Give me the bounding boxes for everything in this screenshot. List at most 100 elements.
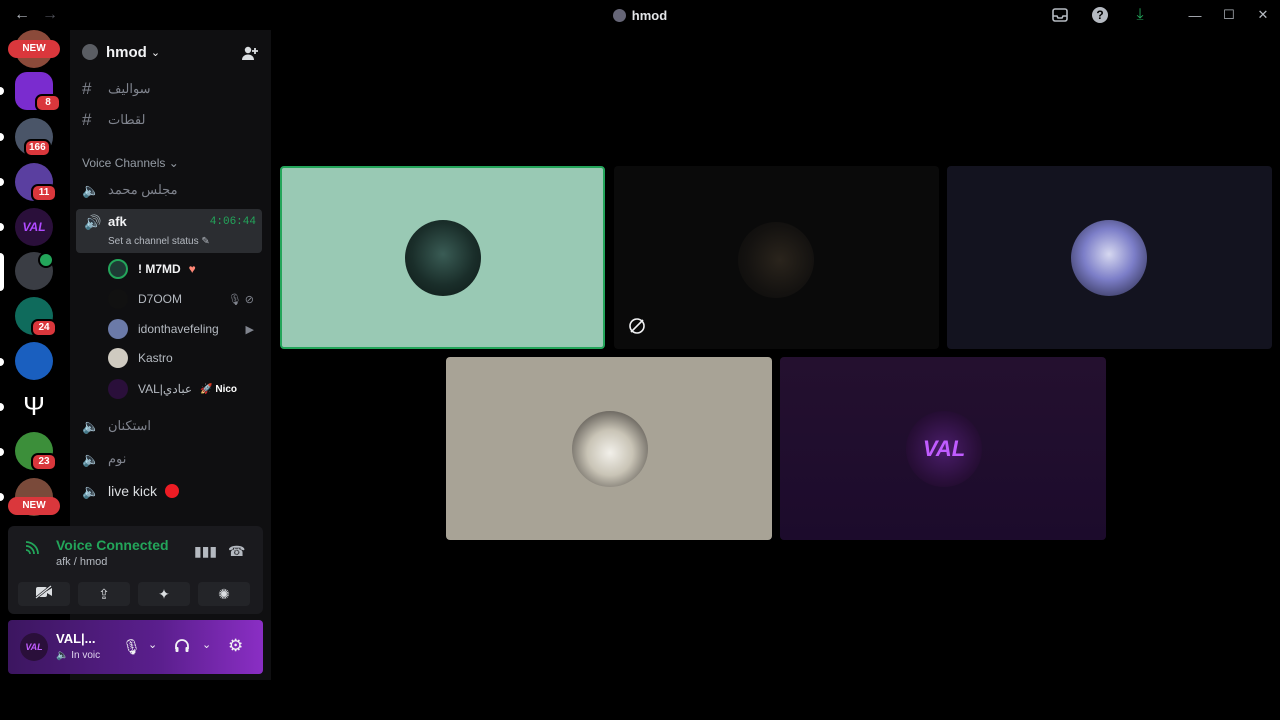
server-icon-7[interactable] <box>15 342 53 380</box>
text-channel[interactable]: # سواليف <box>82 77 151 101</box>
voice-channel[interactable]: 🔈 live kick <box>82 479 180 503</box>
voice-stage: VAL <box>271 30 1280 720</box>
username[interactable]: VAL|... <box>56 631 96 646</box>
participant-avatar <box>572 411 648 487</box>
server-icon <box>612 9 626 22</box>
speaker-icon: 🔈 <box>82 181 100 198</box>
unread-pill <box>0 403 4 411</box>
voice-indicator <box>38 252 54 268</box>
speaker-icon: 🔈 <box>82 417 100 434</box>
screen-share-button[interactable]: ⇪ <box>78 582 130 606</box>
participant-tile[interactable] <box>446 357 772 540</box>
user-status: 🔈 In voic <box>56 650 100 661</box>
activity-icon: ▶ <box>245 323 254 336</box>
chevron-down-icon[interactable]: ⌄ <box>148 638 157 651</box>
soundboard-button[interactable]: ✺ <box>198 582 250 606</box>
mention-badge: 23 <box>31 453 57 471</box>
maximize-button[interactable]: ☐ <box>1212 7 1246 23</box>
microphone-icon[interactable]: 🎙 <box>122 638 141 656</box>
settings-gear-icon[interactable]: ⚙ <box>228 636 243 656</box>
minimize-button[interactable]: — <box>1178 8 1212 23</box>
set-channel-status[interactable]: Set a channel status ✎ <box>108 236 210 247</box>
voice-user[interactable]: D7OOM 🎙 ⊘ <box>108 287 258 311</box>
user-name: ! M7MD <box>138 262 181 276</box>
participant-avatar <box>1071 220 1147 296</box>
voice-channel[interactable]: 🔈 استكنان <box>82 414 151 438</box>
user-name: D7OOM <box>138 292 183 306</box>
channel-name: مجلس محمد <box>108 182 178 197</box>
avatar <box>108 348 128 368</box>
unread-pill <box>0 87 4 95</box>
new-badge: NEW <box>8 497 60 515</box>
mention-badge: 11 <box>31 184 57 202</box>
channel-status-text: Set a channel status <box>108 236 199 247</box>
signal-icon[interactable] <box>24 540 40 559</box>
participant-tile[interactable] <box>280 166 605 349</box>
voice-user[interactable]: idonthavefeling ▶ <box>108 317 258 341</box>
server-icon-val[interactable]: VAL <box>15 208 53 246</box>
voice-connected-label[interactable]: Voice Connected <box>56 537 169 553</box>
call-timer: 4:06:44 <box>209 216 256 228</box>
voice-user[interactable]: Kastro <box>108 346 258 370</box>
channel-name: afk <box>108 214 127 229</box>
participant-tile[interactable] <box>947 166 1272 349</box>
user-panel: VAL VAL|... 🔈 In voic 🎙 ⌄ ⌄ ⚙ <box>8 620 263 674</box>
guild-tag-text: Nico <box>215 383 238 395</box>
disconnect-icon[interactable]: ☎ <box>228 543 245 560</box>
mention-badge: 8 <box>35 94 61 112</box>
unread-pill <box>0 178 4 186</box>
hash-icon: # <box>82 79 92 98</box>
avatar <box>108 379 128 399</box>
help-icon[interactable]: ? <box>1092 7 1108 23</box>
user-avatar[interactable]: VAL <box>20 633 48 661</box>
unread-pill <box>0 223 4 231</box>
live-dot-icon <box>165 484 180 498</box>
chevron-down-icon: ⌄ <box>150 46 161 59</box>
add-member-icon[interactable] <box>241 44 259 66</box>
inbox-icon[interactable] <box>1052 7 1068 23</box>
hash-icon: # <box>82 110 92 129</box>
heart-icon: ♥ <box>188 262 196 276</box>
headphones-icon[interactable] <box>174 638 190 658</box>
activities-button[interactable]: ✦ <box>138 582 190 606</box>
download-icon[interactable]: ⤓ <box>1132 7 1148 23</box>
voice-channel[interactable]: 🔈 مجلس محمد <box>82 178 178 202</box>
unread-pill <box>0 133 4 141</box>
guild-header[interactable]: hmod ⌄ <box>70 30 271 74</box>
chevron-down-icon: ⌄ <box>168 156 179 170</box>
channel-name: لقطات <box>108 112 146 127</box>
participant-avatar <box>738 222 814 298</box>
avatar <box>108 289 128 309</box>
user-name: idonthavefeling <box>138 322 219 336</box>
voice-channel-afk[interactable]: 🔊 afk 4:06:44 Set a channel status ✎ <box>76 209 262 253</box>
speaker-icon: 🔊 <box>84 214 102 230</box>
guild-tag: 🚀 Nico <box>200 383 238 395</box>
camera-off-icon <box>628 317 646 335</box>
text-channel[interactable]: # لقطات <box>82 108 145 132</box>
user-name: VAL|عبادي <box>138 382 193 396</box>
channel-name: نوم <box>108 451 127 466</box>
mention-badge: 166 <box>24 139 51 157</box>
voice-category-header[interactable]: Voice Channels ⌄ <box>82 156 179 170</box>
close-button[interactable]: ✕ <box>1246 7 1280 23</box>
unread-pill <box>0 448 4 456</box>
muted-deafened-icon: 🎙 ⊘ <box>227 293 254 306</box>
voice-location[interactable]: afk / hmod <box>56 556 107 568</box>
unread-pill <box>0 493 4 501</box>
participant-tile[interactable]: VAL <box>780 357 1106 540</box>
chevron-down-icon[interactable]: ⌄ <box>202 638 211 651</box>
speaker-icon: 🔈 <box>82 482 100 499</box>
voice-user[interactable]: ! M7MD ♥ <box>108 257 258 281</box>
noise-suppression-icon[interactable]: ▮▮▮ <box>194 543 217 560</box>
voice-channel[interactable]: 🔈 نوم <box>82 447 126 471</box>
camera-off-button[interactable] <box>18 582 70 606</box>
voice-user[interactable]: VAL|عبادي 🚀 Nico <box>108 377 258 401</box>
selected-pill <box>0 253 4 291</box>
new-badge: NEW <box>8 40 60 58</box>
server-icon-antler[interactable]: Ψ <box>15 387 53 425</box>
unread-pill <box>0 358 4 366</box>
participant-tile[interactable] <box>614 166 939 349</box>
avatar <box>108 319 128 339</box>
participant-avatar <box>405 220 481 296</box>
channel-name: live kick <box>108 483 158 499</box>
